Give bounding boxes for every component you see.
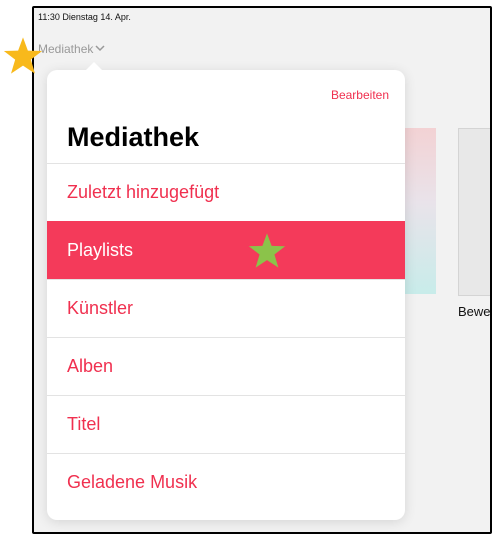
chevron-down-icon [95,44,105,55]
menu-item-label: Zuletzt hinzugefügt [67,182,220,202]
popover-title: Mediathek [67,122,200,152]
menu-item-downloaded-music[interactable]: Geladene Musik [47,453,405,511]
menu-item-label: Playlists [67,240,134,260]
menu-item-artists[interactable]: Künstler [47,279,405,337]
menu-item-recently-added[interactable]: Zuletzt hinzugefügt [47,163,405,221]
menu-item-label: Titel [67,414,101,434]
menu-item-label: Geladene Musik [67,472,198,492]
menu-item-albums[interactable]: Alben [47,337,405,395]
star-icon [2,36,44,81]
library-menu-list: Zuletzt hinzugefügt Playlists Künstler A… [47,163,405,511]
album-artwork[interactable] [458,128,490,296]
menu-item-songs[interactable]: Titel [47,395,405,453]
album-title: Bewe [458,304,491,319]
menu-item-label: Künstler [67,298,134,318]
library-popover: Bearbeiten Mediathek Zuletzt hinzugefügt… [47,62,405,520]
star-icon [247,232,287,275]
menu-item-label: Alben [67,356,114,376]
edit-button[interactable]: Bearbeiten [331,88,389,102]
popover-arrow [85,62,103,71]
library-nav-button[interactable]: Mediathek [38,42,105,56]
nav-title-label: Mediathek [38,42,94,56]
status-bar: 11:30 Dienstag 14. Apr. [38,12,131,22]
menu-item-playlists[interactable]: Playlists [47,221,405,279]
